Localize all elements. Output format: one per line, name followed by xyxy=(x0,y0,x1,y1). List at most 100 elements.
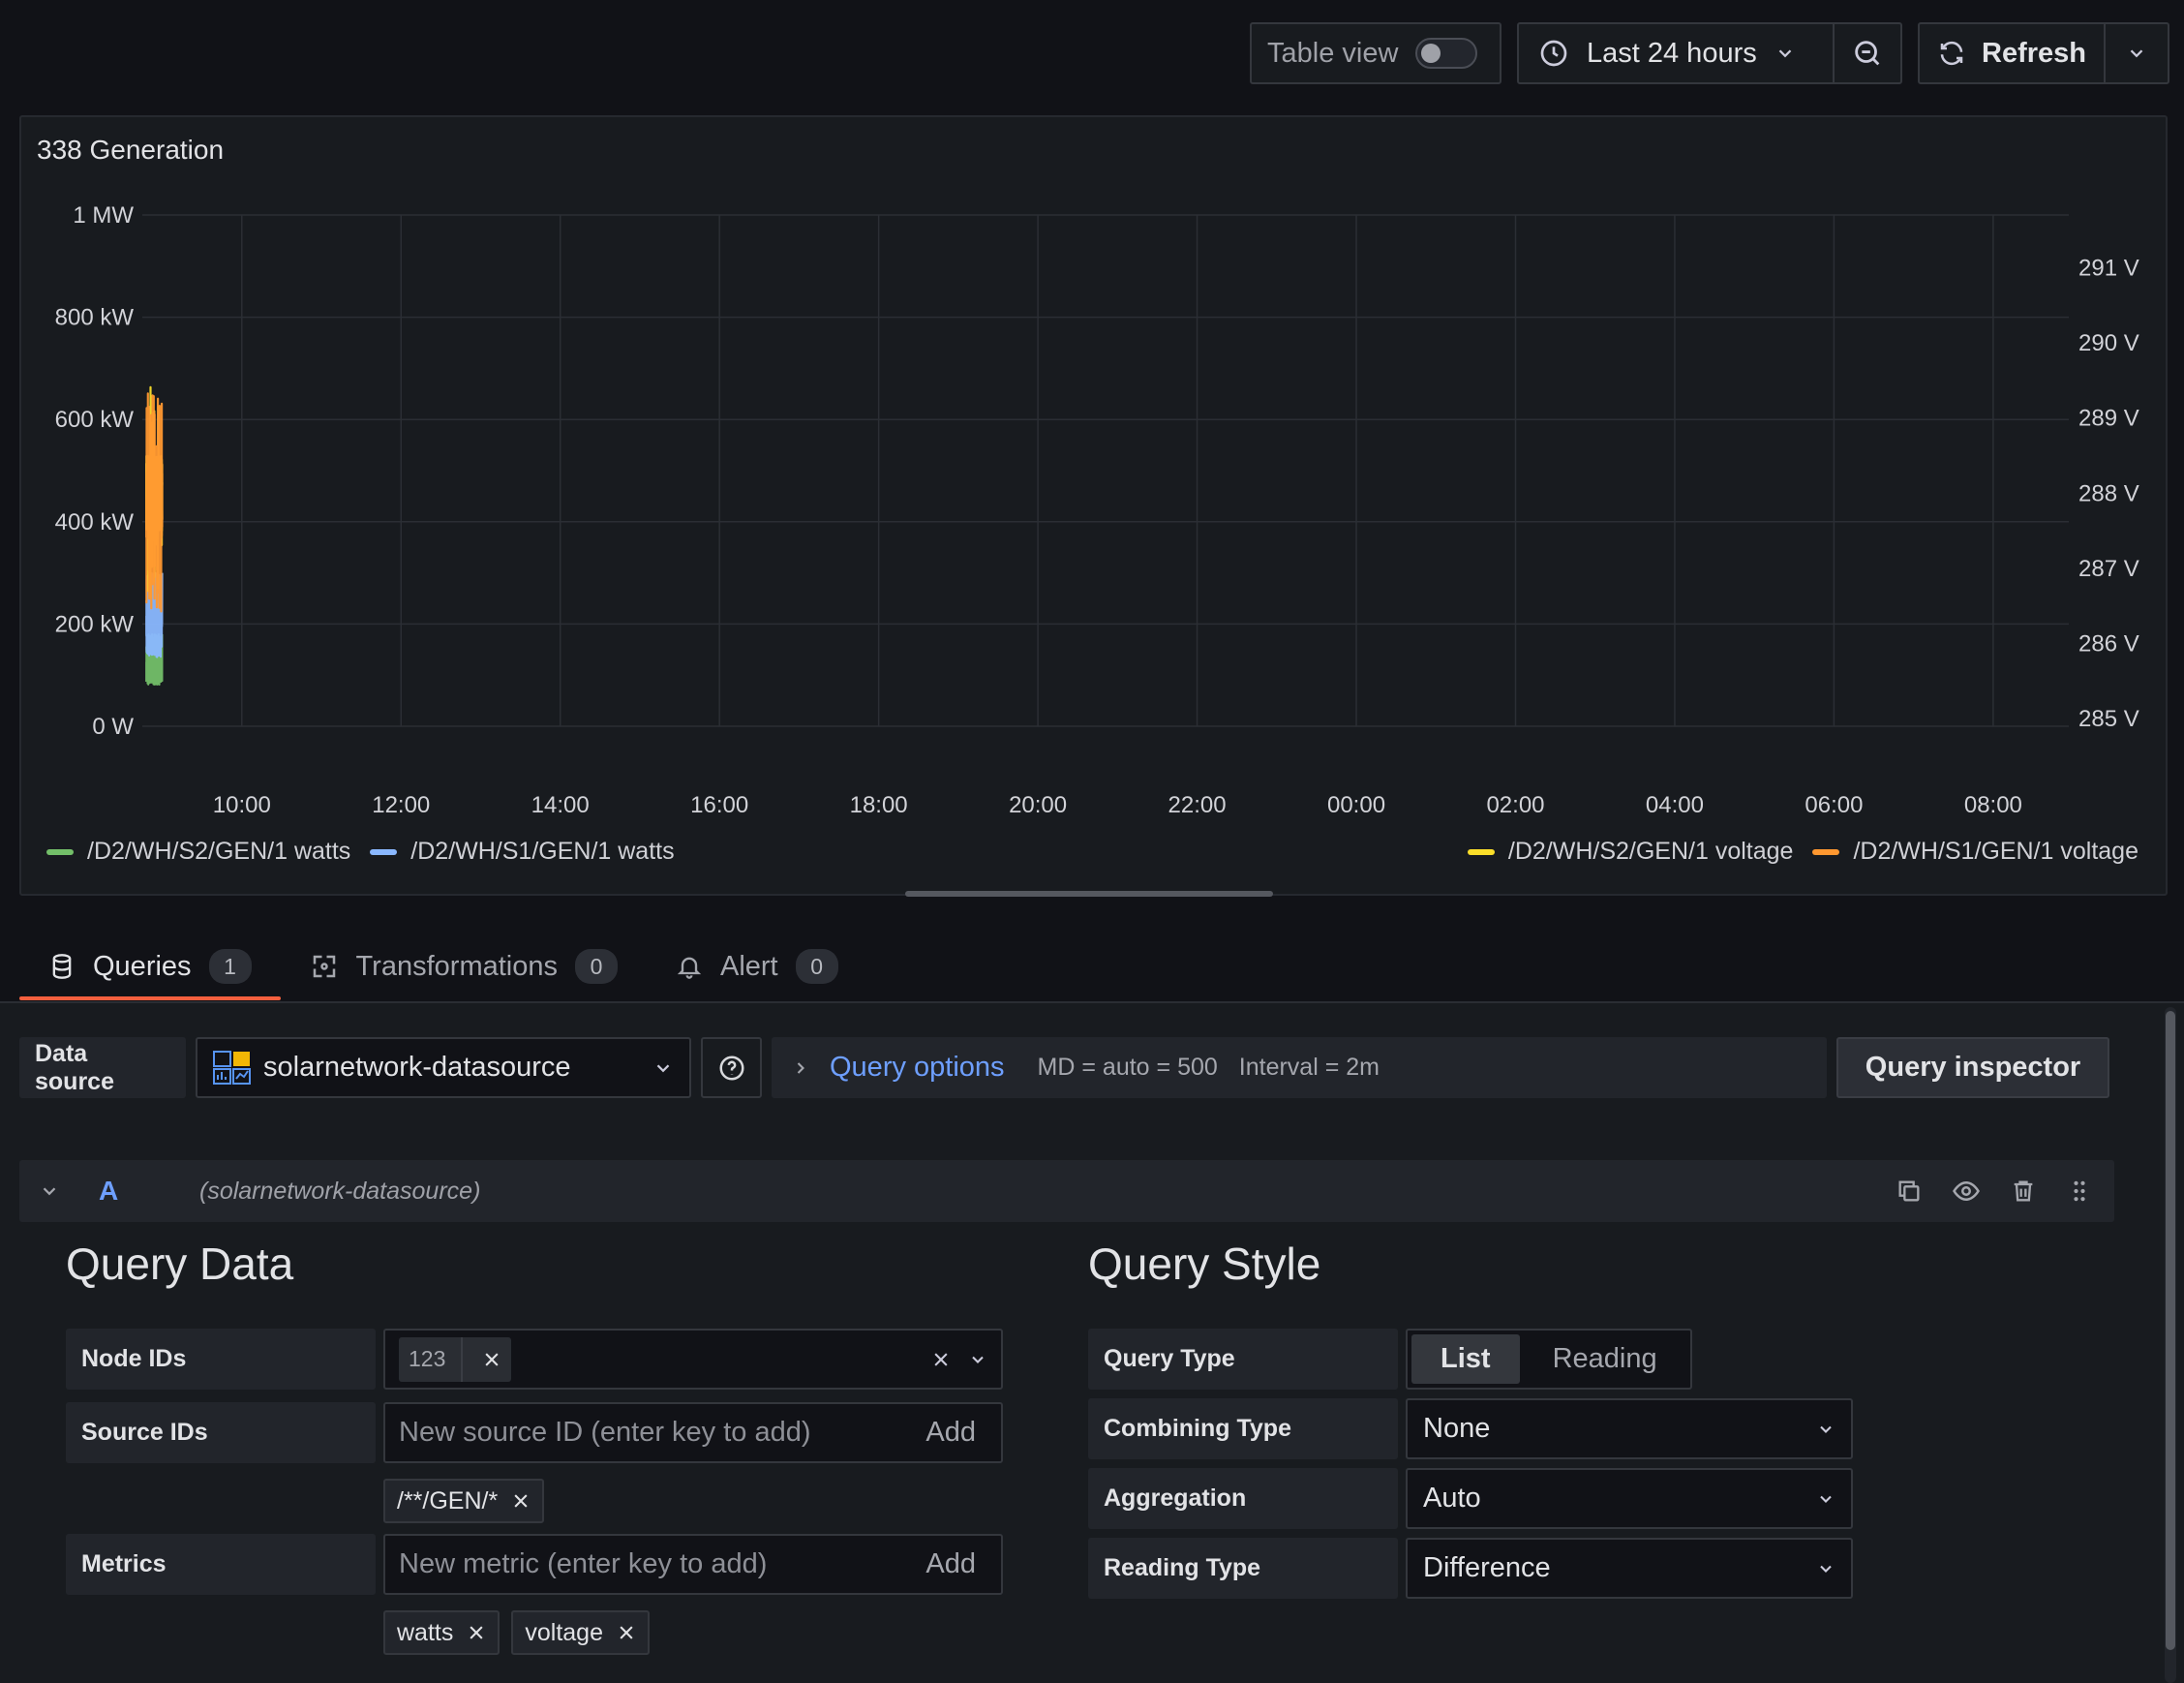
x-tick-label: 20:00 xyxy=(1009,792,1067,818)
zoom-out-button[interactable] xyxy=(1833,22,1902,84)
aggregation-label: Aggregation xyxy=(1088,1468,1398,1529)
refresh-button[interactable]: Refresh xyxy=(1918,22,2106,84)
refresh-group: Refresh xyxy=(1918,22,2169,84)
metric-input[interactable]: New metric (enter key to add) Add xyxy=(383,1534,1003,1595)
add-metric-button[interactable]: Add xyxy=(925,1548,987,1580)
query-data-title: Query Data xyxy=(66,1239,294,1289)
question-circle-icon xyxy=(719,1056,743,1080)
remove-tag-icon[interactable] xyxy=(617,1623,636,1642)
legend-left: /D2/WH/S2/GEN/1 watts /D2/WH/S1/GEN/1 wa… xyxy=(46,838,675,866)
x-tick-label: 02:00 xyxy=(1486,792,1544,818)
metrics-row: Metrics New metric (enter key to add) Ad… xyxy=(66,1534,1003,1595)
datasource-value-wrap: solarnetwork-datasource xyxy=(213,1050,571,1086)
tab-label: Transformations xyxy=(355,950,558,982)
legend-item[interactable]: /D2/WH/S1/GEN/1 voltage xyxy=(1812,838,2138,866)
datasource-help-button[interactable] xyxy=(701,1037,762,1098)
metric-placeholder: New metric (enter key to add) xyxy=(399,1548,768,1579)
trash-icon[interactable] xyxy=(2010,1178,2037,1205)
add-source-button[interactable]: Add xyxy=(925,1417,987,1449)
query-ref-id[interactable]: A xyxy=(99,1176,118,1207)
tab-count: 1 xyxy=(208,949,252,984)
combining-type-value: None xyxy=(1423,1413,1491,1444)
editor-scrollbar[interactable] xyxy=(2165,1007,2176,1683)
refresh-icon xyxy=(1940,41,1963,66)
y-left-tick-label: 400 kW xyxy=(55,509,135,536)
chevron-down-icon xyxy=(1778,49,1792,58)
query-type-reading[interactable]: Reading xyxy=(1524,1334,1686,1384)
x-tick-label: 04:00 xyxy=(1646,792,1704,818)
table-view-switch[interactable] xyxy=(1415,38,1478,69)
legend-swatch xyxy=(1467,848,1495,855)
chevron-down-icon xyxy=(1820,1565,1832,1573)
remove-tag-icon[interactable] xyxy=(467,1623,486,1642)
x-tick-label: 14:00 xyxy=(531,792,590,818)
tab-queries[interactable]: Queries 1 xyxy=(19,933,281,1000)
query-inspector-button[interactable]: Query inspector xyxy=(1836,1037,2109,1098)
panel-resize-handle[interactable] xyxy=(905,891,1273,897)
node-ids-multiselect[interactable]: 123 xyxy=(383,1329,1003,1390)
chevron-down-icon xyxy=(1820,1425,1832,1433)
query-type-list[interactable]: List xyxy=(1411,1334,1520,1384)
remove-tag-icon[interactable] xyxy=(511,1491,531,1511)
y-right-tick-label: 291 V xyxy=(2078,255,2139,281)
tab-alert[interactable]: Alert 0 xyxy=(647,933,867,1000)
node-id-tag: 123 xyxy=(399,1336,512,1382)
legend-item[interactable]: /D2/WH/S2/GEN/1 voltage xyxy=(1467,838,1793,866)
series-line xyxy=(145,392,164,613)
database-icon xyxy=(52,954,72,979)
legend-item[interactable]: /D2/WH/S1/GEN/1 watts xyxy=(370,838,675,866)
reading-type-select[interactable]: Difference xyxy=(1406,1538,1853,1599)
tab-count: 0 xyxy=(795,949,838,984)
editor-tabs: Queries 1 Transformations 0 Alert 0 xyxy=(19,933,867,1000)
source-ids-label: Source IDs xyxy=(66,1402,376,1463)
tab-transformations[interactable]: Transformations 0 xyxy=(281,933,647,1000)
query-options-bar[interactable]: Query options MD = auto = 500 Interval =… xyxy=(772,1037,1827,1098)
reading-type-row: Reading Type Difference xyxy=(1088,1538,1853,1599)
query-type-label: Query Type xyxy=(1088,1329,1398,1390)
x-tick-label: 10:00 xyxy=(213,792,271,818)
legend-swatch xyxy=(46,848,74,855)
datasource-label: Data source xyxy=(19,1037,186,1098)
query-datasource-name: (solarnetwork-datasource) xyxy=(199,1177,481,1205)
query-row-header[interactable]: A (solarnetwork-datasource) xyxy=(19,1160,2114,1222)
multiselect-controls xyxy=(931,1350,987,1369)
source-ids-row: Source IDs New source ID (enter key to a… xyxy=(66,1402,1003,1463)
metric-tag: voltage xyxy=(511,1610,650,1655)
node-ids-row: Node IDs 123 xyxy=(66,1329,1003,1390)
query-type-radio: List Reading xyxy=(1406,1329,1692,1390)
chevron-down-icon[interactable] xyxy=(968,1350,987,1369)
legend-label: /D2/WH/S2/GEN/1 watts xyxy=(87,838,351,865)
query-style-title: Query Style xyxy=(1088,1239,1321,1289)
legend-item[interactable]: /D2/WH/S2/GEN/1 watts xyxy=(46,838,350,866)
y-left-tick-label: 200 kW xyxy=(55,611,135,637)
datasource-select[interactable]: solarnetwork-datasource xyxy=(196,1037,691,1098)
clock-icon xyxy=(1540,40,1567,67)
y-right-tick-label: 288 V xyxy=(2078,480,2139,506)
y-right-tick-label: 290 V xyxy=(2078,330,2139,356)
combining-type-select[interactable]: None xyxy=(1406,1398,1853,1459)
legend-label: /D2/WH/S1/GEN/1 watts xyxy=(410,838,675,865)
drag-handle-icon[interactable] xyxy=(2066,1177,2093,1206)
remove-tag-icon[interactable] xyxy=(482,1350,501,1369)
clear-icon[interactable] xyxy=(931,1350,951,1369)
aggregation-select[interactable]: Auto xyxy=(1406,1468,1853,1529)
duplicate-icon[interactable] xyxy=(1896,1178,1923,1205)
y-right-tick-label: 287 V xyxy=(2078,556,2139,582)
time-range-label: Last 24 hours xyxy=(1587,37,1757,69)
source-id-input[interactable]: New source ID (enter key to add) Add xyxy=(383,1402,1003,1463)
time-range-picker[interactable]: Last 24 hours xyxy=(1517,22,1835,84)
table-view-toggle[interactable]: Table view xyxy=(1250,22,1502,84)
graph-panel: 338 Generation 1 MW 800 kW 600 kW 400 kW 200… xyxy=(19,115,2168,896)
datasource-row: Data source solarnetwork-datasource Quer… xyxy=(19,1037,2109,1098)
legend-right: /D2/WH/S2/GEN/1 voltage /D2/WH/S1/GEN/1 … xyxy=(1467,838,2138,866)
query-options-link[interactable]: Query options xyxy=(830,1052,1005,1084)
eye-icon[interactable] xyxy=(1952,1177,1981,1206)
query-type-row: Query Type List Reading xyxy=(1088,1329,1692,1390)
timeseries-chart[interactable]: 1 MW 800 kW 600 kW 400 kW 200 kW 0 W 291 V 290 … xyxy=(21,117,2169,898)
refresh-interval-dropdown[interactable] xyxy=(2104,22,2169,84)
source-tags: /**/GEN/* xyxy=(383,1479,545,1523)
interval-value: Interval = 2m xyxy=(1238,1054,1380,1081)
reading-type-label: Reading Type xyxy=(1088,1538,1398,1599)
metric-tags: watts voltage xyxy=(383,1610,650,1655)
collapse-chevron-icon[interactable] xyxy=(39,1180,60,1202)
